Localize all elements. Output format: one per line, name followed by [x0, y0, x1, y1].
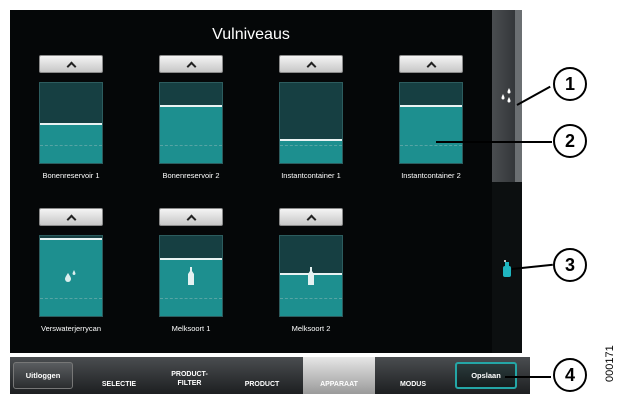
logout-button[interactable]: Uitloggen: [13, 362, 73, 389]
level-up-button[interactable]: [159, 208, 223, 226]
level-gauge[interactable]: [39, 82, 103, 164]
callout-1: 1: [553, 67, 587, 101]
chevron-up-icon: [426, 61, 436, 71]
callout-2: 2: [553, 124, 587, 158]
min-level-line: [40, 298, 102, 299]
container-label: Verswaterjerrycan: [40, 324, 102, 333]
container-label: Melksoort 1: [171, 324, 211, 333]
tab-product[interactable]: PRODUCT: [230, 357, 294, 394]
level-fill: [280, 139, 342, 163]
document-id: 000171: [604, 345, 616, 382]
level-gauge[interactable]: [279, 82, 343, 164]
container-label: Bonenreservoir 2: [162, 171, 220, 180]
chevron-up-icon: [306, 214, 316, 224]
min-level-line: [160, 298, 222, 299]
min-level-line: [400, 145, 462, 146]
min-level-line: [280, 145, 342, 146]
page-title: Vulniveaus: [212, 26, 290, 43]
container-label: Instantcontainer 1: [281, 171, 341, 180]
level-gauge[interactable]: [159, 82, 223, 164]
level-up-button[interactable]: [39, 55, 103, 73]
level-up-button[interactable]: [399, 55, 463, 73]
level-gauge[interactable]: [39, 235, 103, 317]
callout-leader-2: [436, 141, 552, 143]
water-drops-icon: [501, 88, 511, 103]
chevron-up-icon: [186, 214, 196, 224]
container-label: Instantcontainer 2: [401, 171, 461, 180]
level-fill: [400, 105, 462, 163]
callout-4: 4: [553, 358, 587, 392]
tab-apparaat[interactable]: APPARAAT: [303, 357, 375, 394]
level-fill: [160, 105, 222, 163]
chevron-up-icon: [66, 61, 76, 71]
min-level-line: [40, 145, 102, 146]
level-gauge[interactable]: [399, 82, 463, 164]
callout-3: 3: [553, 248, 587, 282]
chevron-up-icon: [66, 214, 76, 224]
tab-selectie[interactable]: SELECTIE: [88, 357, 150, 394]
drops-icon: [65, 270, 76, 282]
rail-section-water[interactable]: [492, 10, 522, 182]
container-label: Melksoort 2: [291, 324, 331, 333]
level-up-button[interactable]: [39, 208, 103, 226]
level-up-button[interactable]: [279, 55, 343, 73]
container-label: Bonenreservoir 1: [42, 171, 100, 180]
scrollbar[interactable]: [515, 10, 522, 182]
min-level-line: [280, 298, 342, 299]
min-level-line: [160, 145, 222, 146]
side-rail: [492, 10, 522, 353]
fill-levels-screen: Vulniveaus Bonenreservoir 1 Bonenreservo…: [10, 10, 492, 353]
milk-bottle-icon: [188, 267, 194, 285]
tab-modus[interactable]: MODUS: [378, 357, 448, 394]
level-up-button[interactable]: [279, 208, 343, 226]
chevron-up-icon: [306, 61, 316, 71]
level-fill: [40, 123, 102, 163]
level-gauge[interactable]: [279, 235, 343, 317]
chevron-up-icon: [186, 61, 196, 71]
level-gauge[interactable]: [159, 235, 223, 317]
tab-productfilter[interactable]: PRODUCT- FILTER: [157, 357, 222, 394]
level-up-button[interactable]: [159, 55, 223, 73]
milk-bottle-icon: [308, 267, 314, 285]
bottom-navigation-bar: Uitloggen SELECTIE PRODUCT- FILTER PRODU…: [10, 357, 530, 394]
callout-leader-4: [505, 376, 551, 378]
